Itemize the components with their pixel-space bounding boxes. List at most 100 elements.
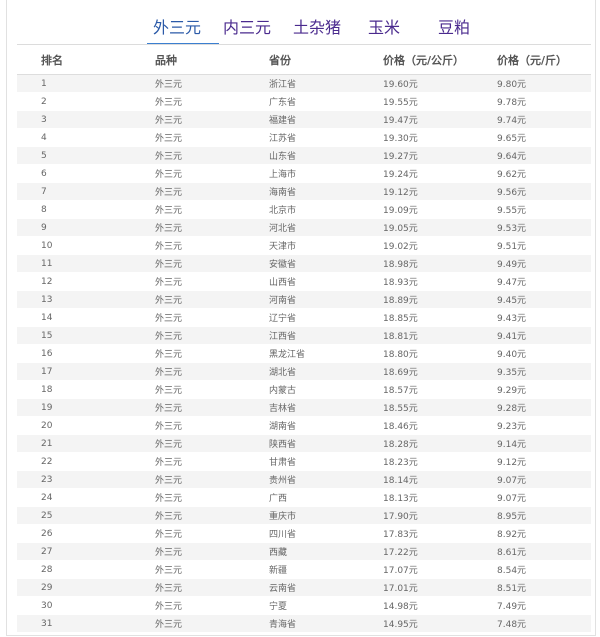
cell-rank: 16	[17, 344, 131, 363]
cell-province: 湖南省	[245, 416, 359, 435]
table-row: 27 外三元 西藏 17.22元 8.61元	[17, 542, 591, 561]
table-row: 30 外三元 宁夏 14.98元 7.49元	[17, 596, 591, 615]
cell-breed: 外三元	[131, 578, 245, 597]
cell-breed: 外三元	[131, 488, 245, 507]
cell-price-jin: 9.80元	[473, 74, 591, 93]
cell-province: 福建省	[245, 110, 359, 129]
cell-province: 新疆	[245, 560, 359, 579]
table-row: 9 外三元 河北省 19.05元 9.53元	[17, 218, 591, 237]
header-breed: 品种	[131, 46, 245, 75]
cell-rank: 3	[17, 110, 131, 129]
cell-breed: 外三元	[131, 146, 245, 165]
cell-rank: 31	[17, 614, 131, 633]
tab-local-pig[interactable]: 土杂猪	[293, 18, 341, 38]
cell-price-jin: 9.47元	[473, 272, 591, 291]
cell-price-jin: 9.65元	[473, 128, 591, 147]
cell-price-jin: 8.54元	[473, 560, 591, 579]
table-row: 12 外三元 山西省 18.93元 9.47元	[17, 272, 591, 291]
cell-rank: 28	[17, 560, 131, 579]
cell-province: 四川省	[245, 524, 359, 543]
cell-province: 河南省	[245, 290, 359, 309]
table-row: 3 外三元 福建省 19.47元 9.74元	[17, 110, 591, 129]
cell-price-kg: 19.24元	[359, 164, 473, 183]
table-row: 8 外三元 北京市 19.09元 9.55元	[17, 200, 591, 219]
table-row: 23 外三元 贵州省 18.14元 9.07元	[17, 470, 591, 489]
tab-outer-three[interactable]: 外三元	[153, 18, 201, 38]
cell-province: 广东省	[245, 92, 359, 111]
cell-rank: 17	[17, 362, 131, 381]
cell-province: 湖北省	[245, 362, 359, 381]
cell-breed: 外三元	[131, 470, 245, 489]
cell-price-kg: 18.89元	[359, 290, 473, 309]
cell-province: 内蒙古	[245, 380, 359, 399]
table-row: 13 外三元 河南省 18.89元 9.45元	[17, 290, 591, 309]
cell-rank: 10	[17, 236, 131, 255]
tab-bar: 外三元 内三元 土杂猪 玉米 豆粕	[7, 0, 595, 45]
cell-rank: 1	[17, 74, 131, 93]
cell-province: 青海省	[245, 614, 359, 633]
cell-rank: 29	[17, 578, 131, 597]
table-row: 15 外三元 江西省 18.81元 9.41元	[17, 326, 591, 345]
cell-price-kg: 19.30元	[359, 128, 473, 147]
cell-rank: 21	[17, 434, 131, 453]
cell-price-kg: 18.13元	[359, 488, 473, 507]
cell-price-kg: 18.98元	[359, 254, 473, 273]
cell-price-kg: 18.46元	[359, 416, 473, 435]
cell-breed: 外三元	[131, 344, 245, 363]
cell-price-kg: 17.22元	[359, 542, 473, 561]
cell-price-kg: 17.90元	[359, 506, 473, 525]
cell-province: 山东省	[245, 146, 359, 165]
cell-price-jin: 9.07元	[473, 470, 591, 489]
table-row: 18 外三元 内蒙古 18.57元 9.29元	[17, 380, 591, 399]
cell-breed: 外三元	[131, 290, 245, 309]
table-row: 19 外三元 吉林省 18.55元 9.28元	[17, 398, 591, 417]
table-row: 10 外三元 天津市 19.02元 9.51元	[17, 236, 591, 255]
cell-price-kg: 19.47元	[359, 110, 473, 129]
cell-province: 上海市	[245, 164, 359, 183]
cell-breed: 外三元	[131, 92, 245, 111]
cell-province: 辽宁省	[245, 308, 359, 327]
cell-province: 甘肃省	[245, 452, 359, 471]
tab-inner-three[interactable]: 内三元	[223, 18, 271, 38]
table-row: 21 外三元 陕西省 18.28元 9.14元	[17, 434, 591, 453]
price-panel: 外三元 内三元 土杂猪 玉米 豆粕 排名 品种 省份 价格（元/公斤） 价格（元…	[6, 0, 596, 636]
cell-province: 吉林省	[245, 398, 359, 417]
cell-price-kg: 18.28元	[359, 434, 473, 453]
table-row: 20 外三元 湖南省 18.46元 9.23元	[17, 416, 591, 435]
header-price-per-jin: 价格（元/斤）	[473, 46, 591, 75]
cell-province: 山西省	[245, 272, 359, 291]
cell-rank: 18	[17, 380, 131, 399]
cell-price-kg: 19.12元	[359, 182, 473, 201]
cell-price-kg: 18.55元	[359, 398, 473, 417]
table-row: 14 外三元 辽宁省 18.85元 9.43元	[17, 308, 591, 327]
table-row: 17 外三元 湖北省 18.69元 9.35元	[17, 362, 591, 381]
cell-province: 河北省	[245, 218, 359, 237]
cell-price-kg: 19.60元	[359, 74, 473, 93]
table-row: 4 外三元 江苏省 19.30元 9.65元	[17, 128, 591, 147]
tab-divider	[17, 44, 591, 45]
cell-province: 江西省	[245, 326, 359, 345]
cell-price-jin: 9.23元	[473, 416, 591, 435]
cell-breed: 外三元	[131, 218, 245, 237]
table-row: 29 外三元 云南省 17.01元 8.51元	[17, 578, 591, 597]
cell-breed: 外三元	[131, 614, 245, 633]
cell-breed: 外三元	[131, 506, 245, 525]
cell-price-jin: 7.48元	[473, 614, 591, 633]
cell-price-jin: 9.78元	[473, 92, 591, 111]
cell-rank: 5	[17, 146, 131, 165]
cell-province: 重庆市	[245, 506, 359, 525]
cell-rank: 22	[17, 452, 131, 471]
cell-breed: 外三元	[131, 560, 245, 579]
cell-price-jin: 9.35元	[473, 362, 591, 381]
table-row: 26 外三元 四川省 17.83元 8.92元	[17, 524, 591, 543]
cell-price-kg: 19.55元	[359, 92, 473, 111]
cell-price-kg: 17.83元	[359, 524, 473, 543]
cell-breed: 外三元	[131, 308, 245, 327]
cell-price-jin: 9.29元	[473, 380, 591, 399]
cell-province: 宁夏	[245, 596, 359, 615]
tab-soybean-meal[interactable]: 豆粕	[438, 18, 470, 38]
cell-rank: 13	[17, 290, 131, 309]
cell-province: 黑龙江省	[245, 344, 359, 363]
cell-price-kg: 19.09元	[359, 200, 473, 219]
tab-corn[interactable]: 玉米	[368, 18, 400, 38]
